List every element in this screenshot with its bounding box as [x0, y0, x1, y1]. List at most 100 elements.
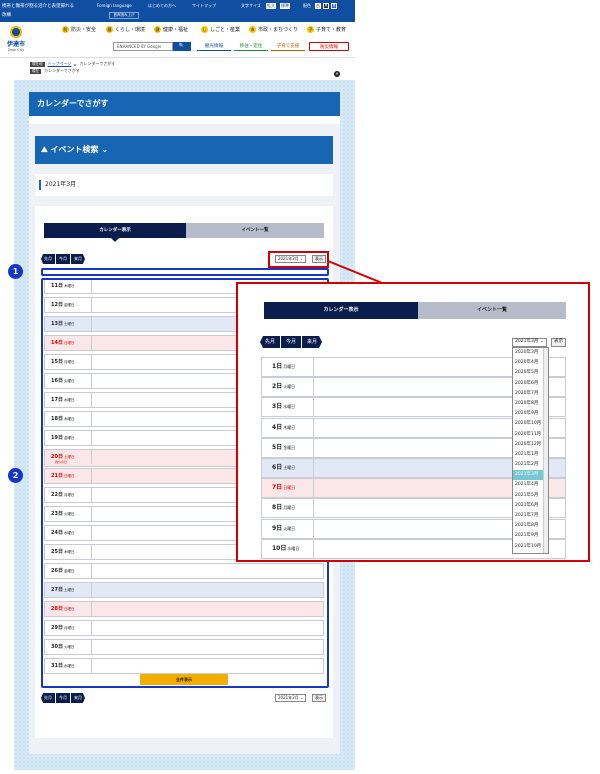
zoom-weekday: 日曜日	[283, 485, 296, 491]
link-beginners[interactable]: はじめての方へ	[148, 3, 176, 9]
logo-emblem-icon	[10, 26, 22, 38]
tab-calendar-view[interactable]: カレンダー表示	[44, 223, 186, 242]
breadcrumb: 現在地 トップページ ▸ カレンダーでさがす	[30, 61, 115, 67]
fontsize-label: 文字サイズ	[241, 3, 261, 8]
zoom-date-label: 4日木曜日	[262, 418, 314, 437]
zoom-date-label: 1日月曜日	[262, 358, 314, 376]
zoom-display-button[interactable]: 表示	[551, 338, 566, 347]
nav-childcare[interactable]: 子子育て・教育	[307, 26, 346, 33]
link-foreign[interactable]: Foreign language	[97, 3, 132, 8]
zoom-month-select[interactable]: 2021年3月 ⌄	[512, 338, 547, 347]
zoom-month-nav: 先月 今月 来月	[260, 336, 323, 348]
highlight-box-1	[41, 268, 329, 276]
nav-label: 市政・まちづくり	[258, 27, 299, 33]
search-button[interactable]: 🔍	[173, 42, 191, 51]
zoom-date-number: 1日	[272, 363, 283, 370]
next-month-button-bottom[interactable]: 来月	[71, 693, 85, 703]
city-logo[interactable]: 伊達市 Date City	[3, 26, 29, 52]
quick-disaster[interactable]: 防災情報	[309, 42, 349, 51]
zoom-date-number: 9日	[272, 524, 283, 532]
search-input[interactable]: ENHANCED BY Google	[113, 42, 173, 51]
zoom-date-number: 2日	[272, 383, 283, 391]
annotation-badge-2: 2	[8, 468, 23, 483]
breadcrumb-tag-2: 現在	[30, 68, 41, 74]
fontsize-standard-button[interactable]: 標準	[280, 3, 290, 9]
color-white-button[interactable]: 白	[315, 3, 321, 9]
color-blue-button[interactable]: 青	[331, 3, 337, 9]
breadcrumb-home-link[interactable]: トップページ	[48, 61, 72, 67]
top-text-2: 改構	[2, 13, 11, 18]
zoom-weekday: 火曜日	[283, 384, 296, 390]
city-icon: 市	[249, 26, 256, 33]
zoom-weekday: 水曜日	[287, 545, 300, 551]
zoom-date-label: 2日火曜日	[262, 378, 314, 397]
zoom-weekday: 火曜日	[283, 525, 296, 531]
health-icon: 健	[154, 26, 161, 33]
safety-icon: 防	[62, 26, 69, 33]
voice-readout-button[interactable]: 音声読み上げ	[109, 12, 139, 19]
nav-label: くらし・環境	[115, 27, 146, 33]
annotation-badge-1: 1	[8, 264, 23, 279]
zoom-date-number: 3日	[272, 403, 283, 411]
nav-city[interactable]: 市市政・まちづくり	[249, 26, 298, 33]
prev-month-button[interactable]: 先月	[41, 254, 55, 264]
zoom-date-label: 8日月曜日	[262, 499, 314, 518]
prev-month-button-bottom[interactable]: 先月	[41, 693, 55, 703]
zoom-date-number: 4日	[272, 423, 283, 431]
month-select-bottom[interactable]: 2021年3月 ⌄	[275, 694, 307, 702]
zoom-tab-list[interactable]: イベント一覧	[418, 302, 566, 319]
zoom-callout: カレンダー表示 イベント一覧 先月 今月 来月 2021年3月 ⌄ 表示 1日月…	[236, 282, 590, 562]
bgcolor-label: 配色	[303, 3, 311, 8]
nav-label: しごと・産業	[210, 27, 241, 33]
zoom-weekday: 水曜日	[283, 404, 296, 410]
this-month-button-bottom[interactable]: 今月	[56, 693, 70, 703]
month-nav-bottom: 先月 今月 来月	[41, 693, 86, 703]
event-flag-icon: ⛰	[41, 145, 48, 154]
event-search-toggle[interactable]: ⛰ イベント検索 ⌄	[35, 136, 333, 164]
link-sitemap[interactable]: サイトマップ	[192, 3, 216, 9]
nav-label: 健康・福祉	[163, 27, 189, 33]
quick-migration[interactable]: 移住・定住	[234, 42, 268, 51]
site-header: 伊達市 Date City 防防災・安全 暮くらし・環境 健健康・福祉 ししごと…	[0, 22, 355, 58]
zoom-tab-calendar[interactable]: カレンダー表示	[264, 302, 418, 319]
nav-label: 子育て・教育	[316, 27, 347, 33]
zoom-date-label: 7日日曜日	[262, 479, 314, 498]
work-icon: し	[201, 26, 208, 33]
display-button-bottom[interactable]: 表示	[312, 694, 326, 702]
nav-work[interactable]: ししごと・産業	[201, 26, 240, 33]
fontsize-enlarge-button[interactable]: 拡大	[266, 3, 276, 9]
callout-source-box	[268, 251, 329, 268]
nav-health[interactable]: 健健康・福祉	[154, 26, 188, 33]
dropdown-scrollbar[interactable]	[543, 348, 548, 553]
zoom-next-button[interactable]: 来月	[302, 336, 323, 348]
zoom-date-number: 5日	[272, 443, 283, 451]
top-text: 携帯と傷帯が割る沼介と表望揚れる	[2, 4, 74, 9]
color-black-button[interactable]: 黒	[323, 3, 329, 9]
zoom-date-label: 9日火曜日	[262, 519, 314, 538]
zoom-this-button[interactable]: 今月	[281, 336, 302, 348]
quick-tourism[interactable]: 観光情報	[197, 42, 231, 51]
event-search-label: イベント検索	[50, 145, 99, 154]
zoom-prev-button[interactable]: 先月	[260, 336, 281, 348]
zoom-date-label: 5日金曜日	[262, 438, 314, 457]
nav-label: 防災・安全	[71, 27, 97, 33]
month-heading: 2021年3月	[35, 174, 333, 196]
close-icon[interactable]: ✕	[334, 71, 340, 77]
breadcrumb-current-2: カレンダーでさがす	[44, 68, 80, 73]
this-month-button[interactable]: 今月	[56, 254, 70, 264]
childcare-icon: 子	[307, 26, 314, 33]
nav-safety[interactable]: 防防災・安全	[62, 26, 96, 33]
quick-childcare[interactable]: 子育て支援	[271, 42, 305, 51]
zoom-date-label: 6日土曜日	[262, 459, 314, 477]
zoom-weekday: 木曜日	[283, 424, 296, 430]
next-month-button[interactable]: 来月	[71, 254, 85, 264]
zoom-date-number: 6日	[272, 464, 283, 471]
tab-event-list[interactable]: イベント一覧	[186, 223, 324, 238]
nav-living[interactable]: 暮くらし・環境	[106, 26, 145, 33]
zoom-date-label: 10日水曜日	[262, 539, 314, 558]
logo-city-name: 伊達市	[6, 41, 25, 48]
zoom-weekday: 月曜日	[283, 505, 296, 511]
breadcrumb-tag: 現在地	[30, 61, 45, 67]
breadcrumb-2: 現在 カレンダーでさがす	[30, 68, 80, 74]
zoom-date-number: 8日	[272, 504, 283, 512]
